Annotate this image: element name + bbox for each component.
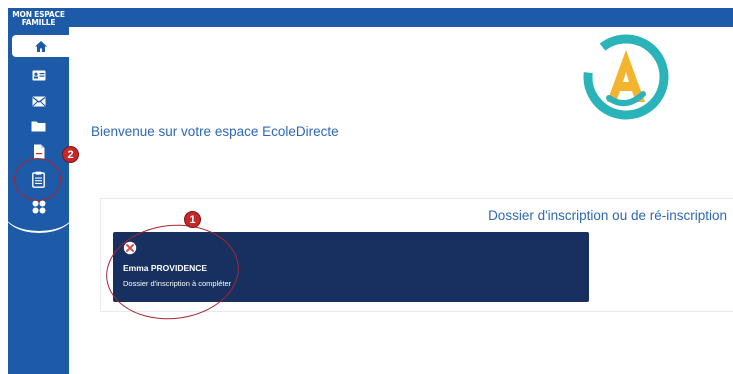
brand-title: MON ESPACE FAMILLE [8, 11, 69, 27]
annotation-circle-nav [14, 158, 61, 201]
annotation-badge-1: 1 [184, 211, 201, 228]
welcome-heading: Bienvenue sur votre espace EcoleDirecte [91, 124, 339, 139]
envelope-icon [32, 96, 45, 106]
panel-title: Dossier d'inscription ou de ré-inscripti… [488, 208, 727, 223]
brand-line-2: FAMILLE [21, 18, 56, 27]
sidebar-item-profile[interactable] [8, 66, 69, 84]
ecoledirecte-logo [583, 34, 669, 120]
sidebar-item-messages[interactable] [8, 92, 69, 110]
sidebar-item-home[interactable] [12, 35, 69, 57]
annotation-badge-2: 2 [62, 146, 79, 163]
top-bar [8, 8, 733, 27]
id-card-icon [32, 70, 45, 80]
document-icon [33, 144, 44, 158]
sidebar-item-documents[interactable] [8, 117, 69, 135]
page-edge [0, 0, 8, 374]
folder-icon [31, 121, 46, 132]
home-icon [34, 40, 47, 52]
